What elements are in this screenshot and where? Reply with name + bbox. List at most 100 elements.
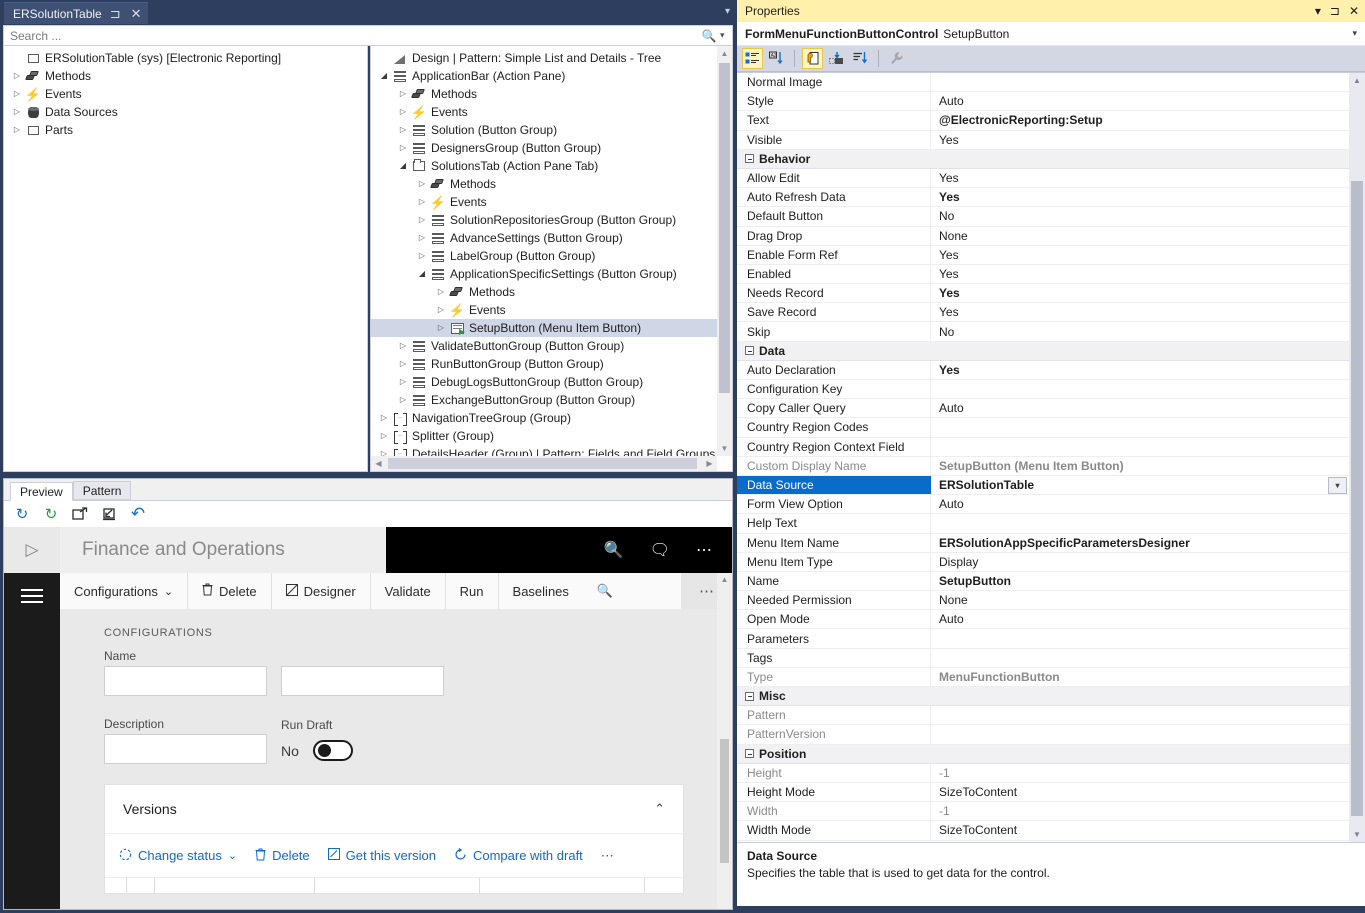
action-delete[interactable]: Delete: [255, 848, 310, 864]
property-row[interactable]: Tags: [737, 648, 1349, 668]
designer-hscroll-thumb[interactable]: [388, 458, 697, 469]
scroll-up-arrow-icon[interactable]: ▲: [1349, 73, 1365, 88]
expander-collapsed-icon[interactable]: ▷: [396, 373, 410, 391]
tree-row[interactable]: ▷ ⚡ Events: [371, 193, 717, 211]
property-row[interactable]: Text @ElectronicReporting:Setup: [737, 111, 1349, 131]
expander-expanded-icon[interactable]: ◢: [396, 157, 410, 175]
tree-row[interactable]: ERSolutionTable (sys) [Electronic Report…: [4, 49, 367, 67]
tree-row[interactable]: ▷ ⚡ Events: [371, 103, 717, 121]
property-row[interactable]: Width -1: [737, 802, 1349, 822]
designer-scroll-thumb[interactable]: [719, 63, 730, 393]
property-row[interactable]: Parameters: [737, 629, 1349, 649]
property-value[interactable]: [931, 629, 1349, 647]
sort-button[interactable]: [850, 48, 871, 69]
property-row[interactable]: Visible Yes: [737, 130, 1349, 150]
tree-row[interactable]: ▷ RunButtonGroup (Button Group): [371, 355, 717, 373]
run-draft-toggle[interactable]: [312, 740, 353, 761]
close-icon[interactable]: ✕: [129, 7, 144, 20]
properties-button[interactable]: [802, 48, 823, 69]
feedback-icon[interactable]: 🗨: [650, 540, 670, 560]
more-icon[interactable]: ⋯: [696, 540, 712, 560]
property-row[interactable]: Country Region Context Field: [737, 437, 1349, 457]
property-category-row[interactable]: Misc: [737, 687, 1349, 707]
property-row[interactable]: Skip No: [737, 322, 1349, 342]
property-value[interactable]: SizeToContent: [931, 783, 1349, 801]
expander-collapsed-icon[interactable]: ▷: [434, 319, 448, 337]
property-row[interactable]: Auto Refresh Data Yes: [737, 188, 1349, 208]
property-value[interactable]: None: [931, 227, 1349, 245]
search-icon[interactable]: 🔍: [698, 29, 720, 43]
property-row[interactable]: Default Button No: [737, 207, 1349, 227]
property-row[interactable]: Copy Caller Query Auto: [737, 399, 1349, 419]
property-value[interactable]: Auto: [931, 92, 1349, 110]
tree-row[interactable]: ▷ ·· Splitter (Group): [371, 427, 717, 445]
tree-row[interactable]: ▷ Methods: [4, 67, 367, 85]
property-row[interactable]: Country Region Codes: [737, 418, 1349, 438]
command-configurations[interactable]: Configurations ⌄: [60, 573, 189, 609]
property-row[interactable]: Custom Display Name SetupButton (Menu Ite…: [737, 456, 1349, 476]
tree-row[interactable]: ▷ Methods: [371, 85, 717, 103]
property-category-row[interactable]: Behavior: [737, 149, 1349, 169]
tree-row[interactable]: ▷ SetupButton (Menu Item Button): [371, 319, 717, 337]
collapse-box-icon[interactable]: [745, 691, 754, 701]
scroll-up-arrow-icon[interactable]: ▲: [717, 46, 732, 61]
command-run[interactable]: Run: [446, 573, 499, 609]
collapse-box-icon[interactable]: [745, 749, 754, 759]
command-validate[interactable]: Validate: [371, 573, 446, 609]
expander-collapsed-icon[interactable]: ▷: [415, 229, 429, 247]
expander-collapsed-icon[interactable]: ▷: [434, 283, 448, 301]
pin-icon[interactable]: ⊐: [1330, 5, 1340, 17]
properties-grid[interactable]: Normal Image Style Auto Text @ElectronicRepo…: [737, 72, 1365, 842]
property-value[interactable]: Auto: [931, 495, 1349, 513]
property-row[interactable]: Open Mode Auto: [737, 610, 1349, 630]
name-input[interactable]: [104, 666, 267, 696]
property-value[interactable]: Yes: [931, 265, 1349, 283]
open-external-icon[interactable]: [71, 505, 89, 523]
property-value[interactable]: No: [931, 207, 1349, 225]
expander-collapsed-icon[interactable]: ▷: [396, 103, 410, 121]
property-value[interactable]: [931, 73, 1349, 91]
property-row[interactable]: Height Mode SizeToContent: [737, 782, 1349, 803]
tree-row[interactable]: ▷ ·· NavigationTreeGroup (Group): [371, 409, 717, 427]
tree-row[interactable]: ▷ LabelGroup (Button Group): [371, 247, 717, 265]
property-row[interactable]: Enable Form Ref Yes: [737, 245, 1349, 265]
search-icon[interactable]: 🔍: [604, 540, 624, 560]
categorized-button[interactable]: [742, 48, 763, 69]
command-delete[interactable]: Delete: [188, 573, 272, 609]
property-value[interactable]: Yes: [931, 303, 1349, 321]
property-value[interactable]: [931, 418, 1349, 436]
property-row[interactable]: Allow Edit Yes: [737, 168, 1349, 189]
chevron-down-icon[interactable]: ▾: [720, 30, 732, 41]
command-baselines[interactable]: Baselines: [499, 573, 583, 609]
properties-scroll-thumb[interactable]: [1351, 181, 1363, 816]
property-category-row[interactable]: Position: [737, 744, 1349, 764]
action-compare-with-draft[interactable]: Compare with draft: [454, 847, 583, 864]
property-value[interactable]: ERSolutionAppSpecificParametersDesigner: [931, 534, 1349, 552]
property-value[interactable]: MenuFunctionButton: [931, 668, 1349, 686]
expander-collapsed-icon[interactable]: ▷: [415, 247, 429, 265]
property-row[interactable]: Name SetupButton: [737, 571, 1349, 592]
form-designer-tree[interactable]: Design | Pattern: Simple List and Detail…: [370, 46, 733, 472]
scroll-right-arrow-icon[interactable]: ▶: [702, 456, 717, 471]
property-value[interactable]: No: [931, 322, 1349, 340]
property-row[interactable]: Configuration Key: [737, 380, 1349, 400]
search-input[interactable]: Search ... 🔍 ▾: [3, 25, 733, 46]
scroll-left-arrow-icon[interactable]: ◀: [371, 456, 386, 471]
tree-row[interactable]: ▷ Methods: [371, 283, 717, 301]
tree-row[interactable]: ▷ Methods: [371, 175, 717, 193]
tree-row[interactable]: ▷ ValidateButtonGroup (Button Group): [371, 337, 717, 355]
property-row[interactable]: Needed Permission None: [737, 591, 1349, 611]
command-designer[interactable]: Designer: [272, 573, 371, 609]
tree-row[interactable]: ◢ ApplicationSpecificSettings (Button Gro…: [371, 265, 717, 283]
expander-collapsed-icon[interactable]: ▷: [396, 139, 410, 157]
designer-vertical-scrollbar[interactable]: ▲ ▼: [717, 46, 732, 456]
property-value[interactable]: [931, 380, 1349, 398]
scroll-down-arrow-icon[interactable]: ▼: [1349, 827, 1365, 842]
tree-row[interactable]: ▷ DesignersGroup (Button Group): [371, 139, 717, 157]
command-search[interactable]: 🔍: [583, 573, 627, 609]
tree-row[interactable]: ◢ SolutionsTab (Action Pane Tab): [371, 157, 717, 175]
expander-collapsed-icon[interactable]: ▷: [10, 121, 24, 139]
property-row[interactable]: Menu Item Name ERSolutionAppSpecificParam…: [737, 533, 1349, 553]
model-explorer-tree[interactable]: ERSolutionTable (sys) [Electronic Report…: [3, 46, 368, 472]
property-value[interactable]: [931, 706, 1349, 724]
